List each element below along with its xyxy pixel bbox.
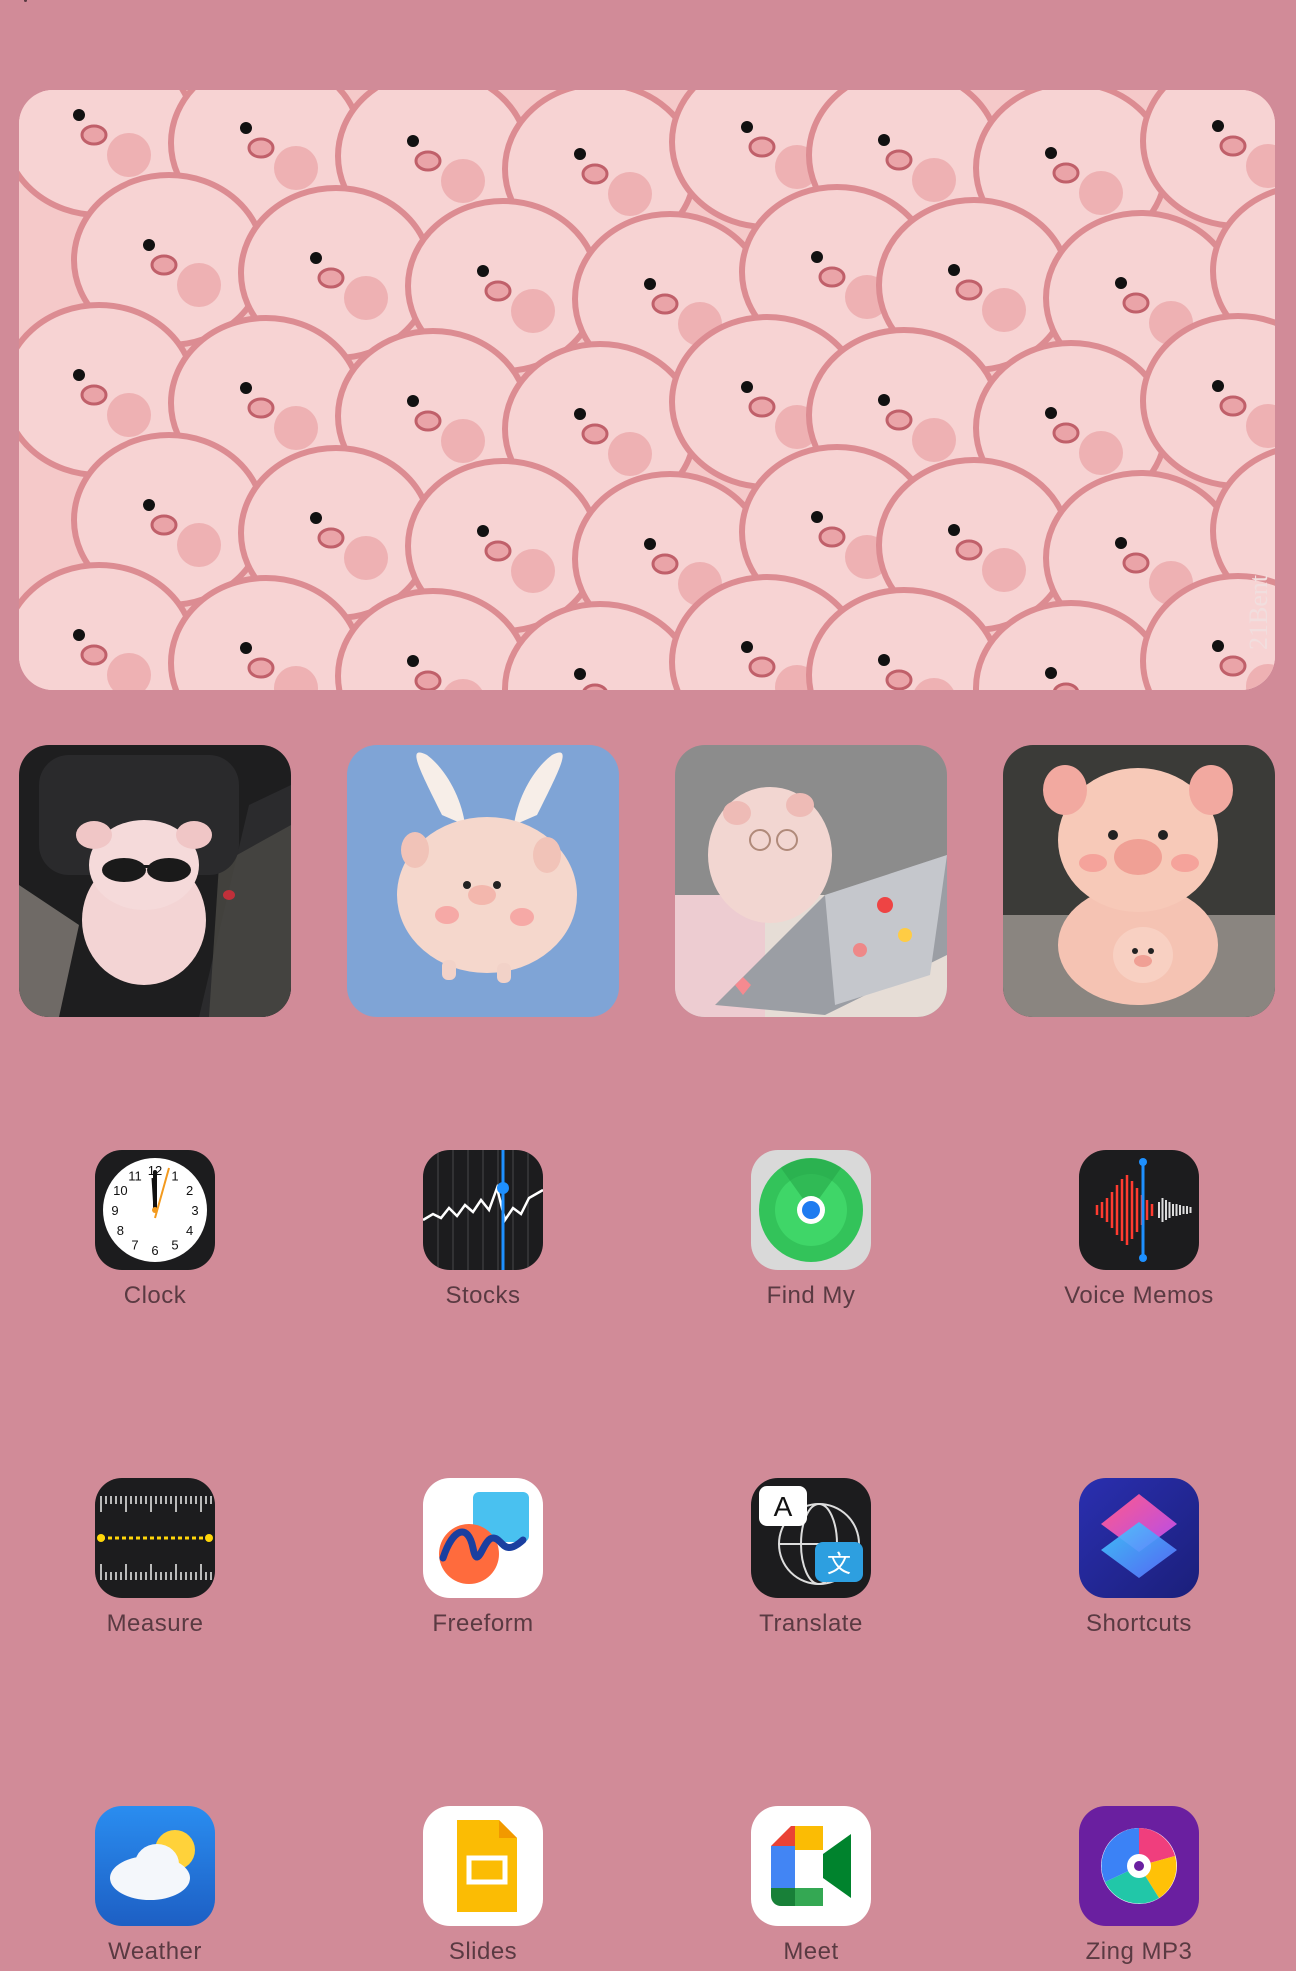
pig-laptop-photo[interactable]	[675, 745, 947, 1017]
app-clock[interactable]: 121234567891011Clock	[45, 1150, 265, 1310]
zing-mp3-icon[interactable]	[1079, 1806, 1199, 1926]
measure-icon[interactable]	[95, 1478, 215, 1598]
app-meet[interactable]: Meet	[701, 1806, 921, 1966]
app-find-my[interactable]: Find My	[701, 1150, 921, 1310]
meet-icon[interactable]	[751, 1806, 871, 1926]
app-stocks[interactable]: Stocks	[373, 1150, 593, 1310]
app-label: Slides	[448, 1938, 518, 1965]
app-freeform[interactable]: Freeform	[373, 1478, 593, 1638]
svg-text:2: 2	[186, 1183, 193, 1198]
svg-text:9: 9	[111, 1203, 118, 1218]
app-label: Find My	[766, 1282, 856, 1309]
app-label: Weather	[108, 1938, 202, 1965]
pig-pattern-image: 21Bent	[19, 90, 1275, 690]
slides-icon[interactable]	[423, 1806, 543, 1926]
app-label: Freeform	[432, 1610, 534, 1637]
app-label: Zing MP3	[1085, 1938, 1193, 1965]
svg-text:4: 4	[186, 1223, 193, 1238]
freeform-icon[interactable]	[423, 1478, 543, 1598]
app-measure[interactable]: Measure	[45, 1478, 265, 1638]
flying-pig-plush-photo[interactable]	[347, 745, 619, 1017]
svg-text:6: 6	[151, 1243, 158, 1258]
svg-text:A: A	[774, 1491, 793, 1522]
status-bar-indicator	[24, 0, 27, 2]
voice-memos-icon[interactable]	[1079, 1150, 1199, 1270]
app-label: Stocks	[445, 1282, 521, 1309]
svg-text:8: 8	[117, 1223, 124, 1238]
pig-plush-with-baby-photo[interactable]	[1003, 745, 1275, 1017]
find-my-icon[interactable]	[751, 1150, 871, 1270]
svg-text:1: 1	[171, 1168, 178, 1183]
app-label: Shortcuts	[1086, 1610, 1192, 1637]
pig-sunglasses-photo[interactable]	[19, 745, 291, 1017]
app-label: Translate	[759, 1610, 863, 1637]
app-shortcuts[interactable]: Shortcuts	[1029, 1478, 1249, 1638]
svg-text:7: 7	[131, 1238, 138, 1253]
svg-text:5: 5	[171, 1238, 178, 1253]
banner-signature: 21Bent	[1244, 574, 1273, 650]
app-slides[interactable]: Slides	[373, 1806, 593, 1966]
app-voice-memos[interactable]: Voice Memos	[1029, 1150, 1249, 1310]
svg-text:3: 3	[191, 1203, 198, 1218]
stocks-icon[interactable]	[423, 1150, 543, 1270]
clock-icon[interactable]: 121234567891011	[95, 1150, 215, 1270]
svg-text:10: 10	[113, 1183, 127, 1198]
svg-text:11: 11	[128, 1168, 142, 1183]
app-label: Clock	[123, 1282, 187, 1309]
app-label: Meet	[783, 1938, 839, 1965]
app-translate[interactable]: A 文 Translate	[701, 1478, 921, 1638]
shortcuts-icon[interactable]	[1079, 1478, 1199, 1598]
app-weather[interactable]: Weather	[45, 1806, 265, 1966]
app-label: Measure	[106, 1610, 204, 1637]
translate-icon[interactable]: A文	[751, 1478, 871, 1598]
app-zing-mp3[interactable]: Zing MP3	[1029, 1806, 1249, 1966]
svg-text:文: 文	[827, 1550, 851, 1578]
app-label: Voice Memos	[1064, 1282, 1214, 1309]
pig-pattern-photo-widget[interactable]: 21Bent	[19, 90, 1275, 690]
weather-icon[interactable]	[95, 1806, 215, 1926]
